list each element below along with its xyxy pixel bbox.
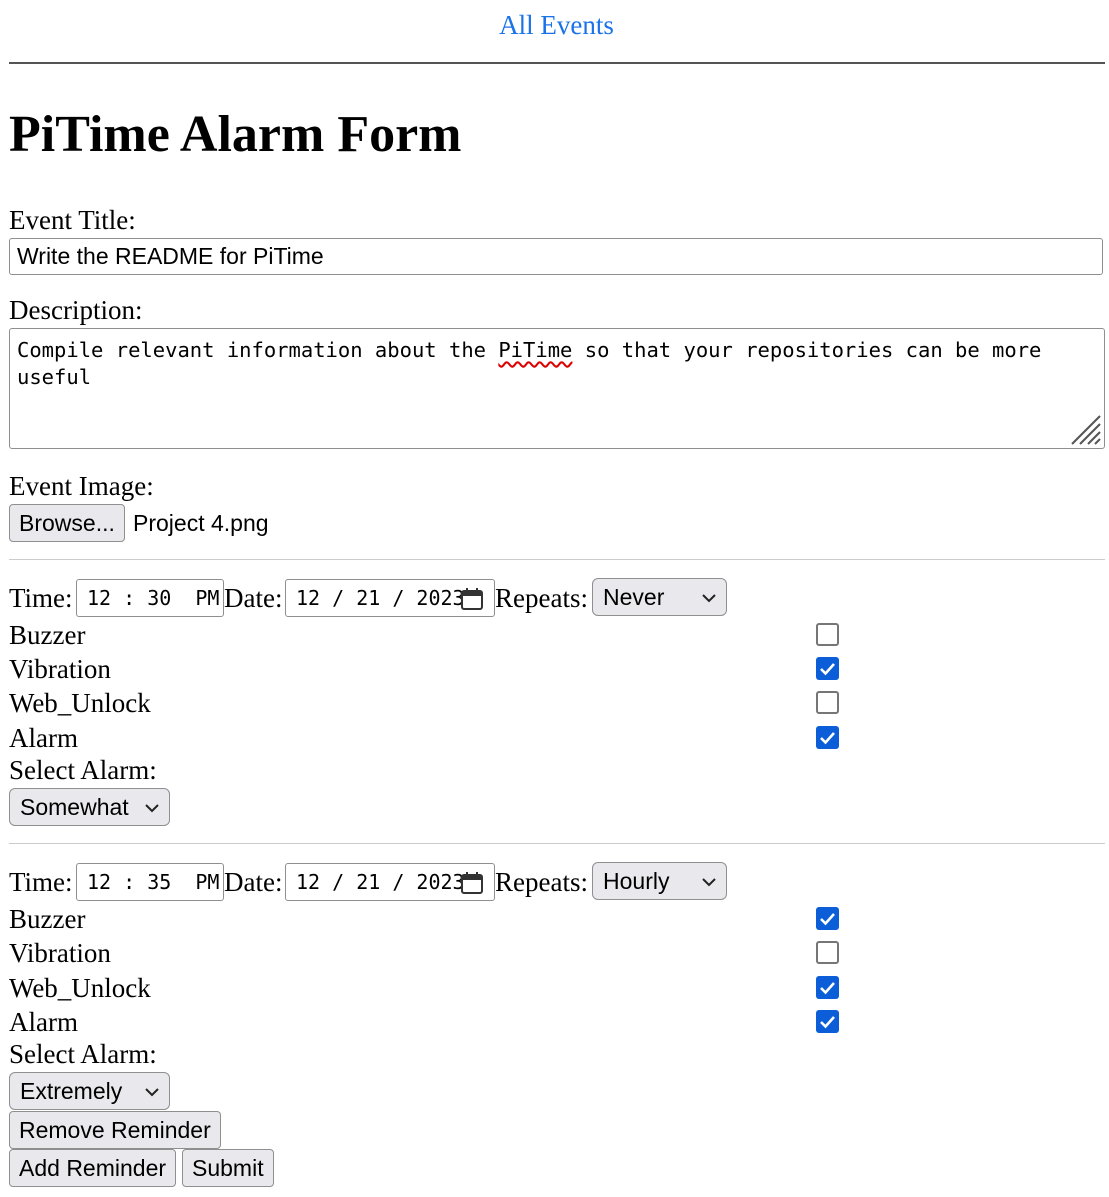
repeats-select[interactable]: Hourly <box>592 862 727 900</box>
buzzer-checkbox[interactable] <box>816 623 839 646</box>
checkmark-icon <box>820 982 835 995</box>
time-label: Time: <box>9 583 73 613</box>
section-divider <box>9 843 1105 844</box>
checkmark-icon <box>820 663 835 676</box>
checkmark-icon <box>820 732 835 745</box>
reminder-2-option-label: Buzzer <box>9 904 86 934</box>
vibration-checkbox[interactable] <box>816 657 839 680</box>
page-title: PiTime Alarm Form <box>9 106 462 163</box>
repeats-label: Repeats: <box>495 867 588 897</box>
event-title-input[interactable]: Write the README for PiTime <box>9 238 1103 275</box>
chevron-down-icon <box>145 1088 159 1097</box>
date-input[interactable]: 12 / 21 / 2023 <box>285 579 495 617</box>
time-input[interactable]: 12 : 30 PM <box>76 579 224 617</box>
event-image-label: Event Image: <box>9 471 154 501</box>
reminder-1-option-label: Alarm <box>9 723 78 753</box>
description-textarea[interactable]: Compile relevant information about the P… <box>9 328 1105 449</box>
file-name: Project 4.png <box>133 510 269 536</box>
alarm-level-value: Somewhat <box>20 794 129 820</box>
time-label: Time: <box>9 867 73 897</box>
date-input[interactable]: 12 / 21 / 2023 <box>285 863 495 901</box>
alarm-level-select[interactable]: Somewhat <box>9 788 170 826</box>
buzzer-checkbox[interactable] <box>816 907 839 930</box>
repeats-value: Hourly <box>603 868 670 894</box>
reminder-1-option-label: Vibration <box>9 654 111 684</box>
reminder-1-option-label: Buzzer <box>9 620 86 650</box>
vibration-checkbox[interactable] <box>816 941 839 964</box>
reminder-2-option-label: Web_Unlock <box>9 973 151 1003</box>
date-value: 12 / 21 / 2023 <box>296 870 465 894</box>
description-text-part: Compile relevant information about the <box>17 338 499 362</box>
date-label: Date: <box>224 583 283 613</box>
time-input[interactable]: 12 : 35 PM <box>76 863 224 901</box>
description-label: Description: <box>9 295 143 325</box>
submit-button[interactable]: Submit <box>182 1149 274 1187</box>
add-reminder-button[interactable]: Add Reminder <box>9 1149 177 1187</box>
repeats-select[interactable]: Never <box>592 578 727 616</box>
all-events-link[interactable]: All Events <box>0 10 1109 41</box>
repeats-value: Never <box>603 584 665 610</box>
select-alarm-label: Select Alarm: <box>9 755 157 785</box>
calendar-icon[interactable] <box>460 587 484 611</box>
chevron-down-icon <box>702 594 716 603</box>
reminder-2-option-label: Vibration <box>9 938 111 968</box>
checkmark-icon <box>820 1016 835 1029</box>
nav-divider <box>9 62 1105 64</box>
browse-button[interactable]: Browse... <box>9 504 125 542</box>
date-value: 12 / 21 / 2023 <box>296 586 465 610</box>
alarm-checkbox[interactable] <box>816 1010 839 1033</box>
remove-reminder-button[interactable]: Remove Reminder <box>9 1111 221 1149</box>
calendar-icon[interactable] <box>460 871 484 895</box>
date-label: Date: <box>224 867 283 897</box>
web-unlock-checkbox[interactable] <box>816 691 839 714</box>
section-divider <box>9 559 1105 560</box>
reminder-1-option-label: Web_Unlock <box>9 688 151 718</box>
repeats-label: Repeats: <box>495 583 588 613</box>
alarm-checkbox[interactable] <box>816 726 839 749</box>
spellcheck-word: PiTime <box>498 338 573 362</box>
web-unlock-checkbox[interactable] <box>816 976 839 999</box>
resize-grip-icon[interactable] <box>1068 412 1102 446</box>
alarm-level-select[interactable]: Extremely <box>9 1072 170 1110</box>
chevron-down-icon <box>702 878 716 887</box>
event-title-label: Event Title: <box>9 205 136 235</box>
chevron-down-icon <box>145 804 159 813</box>
top-nav: All Events <box>0 0 1109 62</box>
select-alarm-label: Select Alarm: <box>9 1039 157 1069</box>
alarm-level-value: Extremely <box>20 1078 123 1104</box>
reminder-2-option-label: Alarm <box>9 1007 78 1037</box>
checkmark-icon <box>820 913 835 926</box>
